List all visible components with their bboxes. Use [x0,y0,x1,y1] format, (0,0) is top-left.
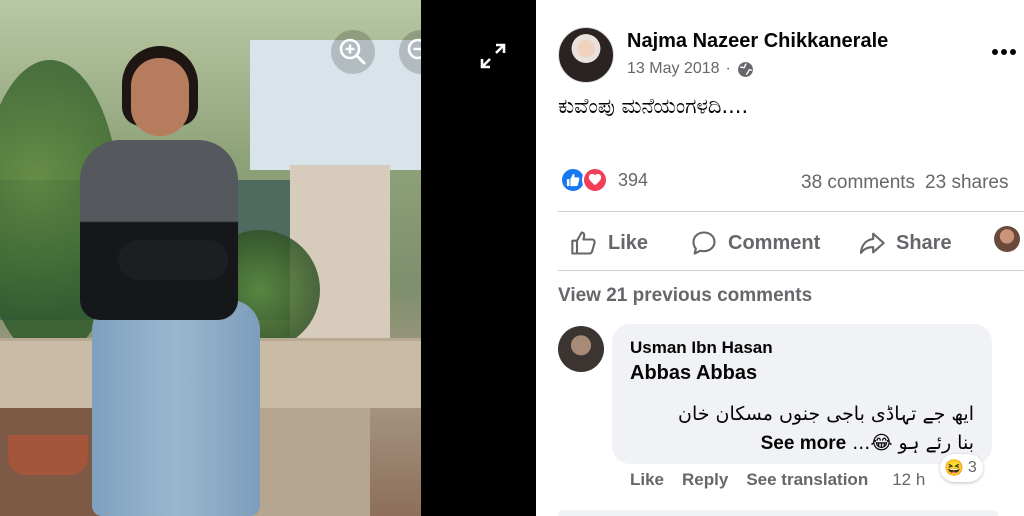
comment-time[interactable]: 12 h [892,470,925,490]
view-previous-comments[interactable]: View 21 previous comments [558,285,812,307]
comment-text: ایھ جے تہاڈی باجی جنوں مسکان خان بنا رئے… [634,400,974,458]
zoom-out-icon [407,38,421,60]
globe-icon [737,61,753,77]
commenter-avatar[interactable] [558,326,604,372]
meta-separator: · [725,60,731,77]
zoom-in-icon [339,38,366,65]
expand-icon [480,43,506,69]
photo-pot [8,435,88,475]
comment-reaction-summary[interactable]: 😆 3 [940,454,983,482]
haha-icon: 😆 [944,460,964,477]
divider [558,211,1024,212]
thumbs-up-icon [571,231,596,255]
facebook-photo-viewer: Najma Nazeer Chikkanerale 13 May 2018 · … [0,0,1024,516]
share-as-avatar[interactable] [994,226,1020,252]
post-photo[interactable] [0,0,421,516]
comment-line: بنا رئے ہو 😂... See more [634,429,974,458]
comment-label: Comment [728,231,821,254]
divider [558,270,1024,271]
love-icon [582,167,608,193]
post-details-panel: Najma Nazeer Chikkanerale 13 May 2018 · … [536,0,1024,516]
next-comment-preview [558,510,998,516]
person-face [131,58,189,136]
like-button[interactable]: Like [570,222,648,264]
post-meta: 13 May 2018 · [627,60,754,78]
like-label: Like [608,231,649,254]
comment-button[interactable]: Comment [690,222,820,264]
comment-actions: Like Reply See translation 12 h [630,470,925,490]
post-caption: ಕುವೆಂಪು ಮನೆಯಂಗಳದಿ.... [558,94,749,118]
more-options-icon [992,49,1016,55]
comment-line-2: بنا رئے ہو 😂... [852,432,974,454]
reaction-count: 394 [618,169,649,190]
comment-icon [692,231,716,255]
post-options-button[interactable] [986,34,1022,70]
engagement-counts: 38 comments 23 shares [801,172,1009,194]
comments-count[interactable]: 38 comments [801,172,915,193]
person-arms [118,240,228,280]
reactions-summary[interactable]: 394 [560,167,648,193]
comment-bubble: Usman Ibn Hasan Abbas Abbas ایھ جے تہاڈی… [612,324,992,464]
post-actions: Like Comment Share [558,222,1024,264]
person-torso [80,140,238,320]
comment-like-button[interactable]: Like [630,470,664,490]
share-label: Share [896,231,952,254]
photo-letterbox [421,0,536,516]
comment-reply-button[interactable]: Reply [682,470,728,490]
author-name[interactable]: Najma Nazeer Chikkanerale [627,30,888,53]
see-more-link[interactable]: See more [761,433,847,454]
tagged-user[interactable]: Abbas Abbas [630,362,757,385]
commenter-name[interactable]: Usman Ibn Hasan [630,338,773,358]
comment-reaction-count: 3 [967,459,977,476]
zoom-in-button[interactable] [331,30,375,74]
shares-count[interactable]: 23 shares [925,172,1008,193]
fullscreen-button[interactable] [477,40,509,72]
person-legs [92,300,260,516]
share-button[interactable]: Share [858,222,952,264]
see-translation-button[interactable]: See translation [746,470,868,490]
share-icon [859,232,885,254]
post-date[interactable]: 13 May 2018 [627,60,720,78]
author-avatar[interactable] [558,27,614,83]
comment-line: ایھ جے تہاڈی باجی جنوں مسکان خان [678,403,974,425]
photo-bench-leg [250,408,370,516]
